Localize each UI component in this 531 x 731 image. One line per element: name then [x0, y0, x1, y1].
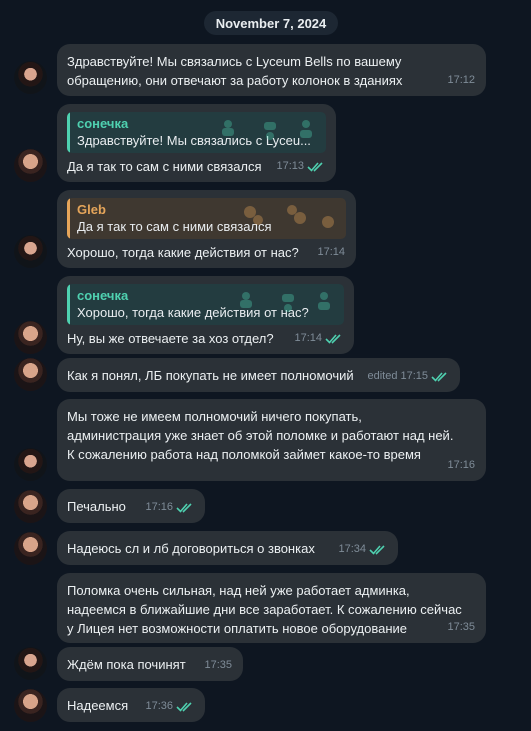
avatar[interactable] [14, 448, 47, 481]
message-bubble[interactable]: сонечка Хорошо, тогда какие действия от … [57, 276, 354, 354]
message-bubble[interactable]: Надеемся 17:36 [57, 688, 205, 722]
message-time: 17:16 [447, 459, 475, 471]
message-time: 17:36 [145, 697, 194, 716]
message-bubble[interactable]: Здравствуйте! Мы связались с Lyceum Bell… [57, 44, 486, 96]
message-bubble[interactable]: Ждём пока починят 17:35 [57, 647, 243, 681]
message-text: Мы тоже не имеем полномочий ничего покуп… [67, 409, 454, 462]
avatar[interactable] [14, 61, 47, 94]
message-time: edited 17:15 [367, 367, 449, 386]
message-bubble[interactable]: Мы тоже не имеем полномочий ничего покуп… [57, 399, 486, 481]
double-check-icon [307, 162, 323, 172]
message-text: Здравствуйте! Мы связались с Lyceum Bell… [67, 54, 403, 88]
avatar[interactable] [14, 149, 47, 182]
message-time: 17:35 [204, 659, 232, 671]
double-check-icon [176, 702, 192, 712]
message-time: 17:13 [276, 157, 325, 176]
message-bubble[interactable]: сонечка Здравствуйте! Мы связались с Lyc… [57, 104, 336, 182]
double-check-icon [325, 334, 341, 344]
avatar[interactable] [14, 689, 47, 722]
message-bubble[interactable]: Gleb Да я так то сам с ними связался Хор… [57, 190, 356, 268]
pattern-icon [222, 120, 312, 140]
message-time: 17:12 [447, 74, 475, 86]
message-bubble[interactable]: Печально 17:16 [57, 489, 205, 523]
avatar[interactable] [14, 647, 47, 680]
avatar[interactable] [14, 490, 47, 523]
date-separator: November 7, 2024 [204, 11, 338, 35]
edited-label: edited [367, 370, 398, 382]
message-time: 17:14 [294, 329, 343, 348]
reply-quote[interactable]: Gleb Да я так то сам с ними связался [67, 198, 346, 239]
message-time: 17:14 [317, 246, 345, 258]
pattern-icon [244, 205, 334, 228]
message-time: 17:16 [145, 498, 194, 517]
double-check-icon [369, 545, 385, 555]
avatar[interactable] [14, 235, 47, 268]
avatar[interactable] [14, 358, 47, 391]
avatar[interactable] [14, 532, 47, 565]
message-bubble[interactable]: Надеюсь сл и лб договориться о звонках 1… [57, 531, 398, 565]
pattern-icon [240, 292, 330, 312]
message-bubble[interactable]: Как я понял, ЛБ покупать не имеет полном… [57, 358, 460, 392]
double-check-icon [176, 503, 192, 513]
message-text: Поломка очень сильная, над ней уже работ… [67, 583, 462, 636]
message-text: Хорошо, тогда какие действия от нас? [67, 245, 299, 260]
double-check-icon [431, 372, 447, 382]
reply-quote[interactable]: сонечка Хорошо, тогда какие действия от … [67, 284, 344, 325]
message-time: 17:35 [447, 621, 475, 633]
avatar[interactable] [14, 321, 47, 354]
message-bubble[interactable]: Поломка очень сильная, над ней уже работ… [57, 573, 486, 643]
message-time: 17:34 [338, 540, 387, 559]
reply-quote[interactable]: сонечка Здравствуйте! Мы связались с Lyc… [67, 112, 326, 153]
